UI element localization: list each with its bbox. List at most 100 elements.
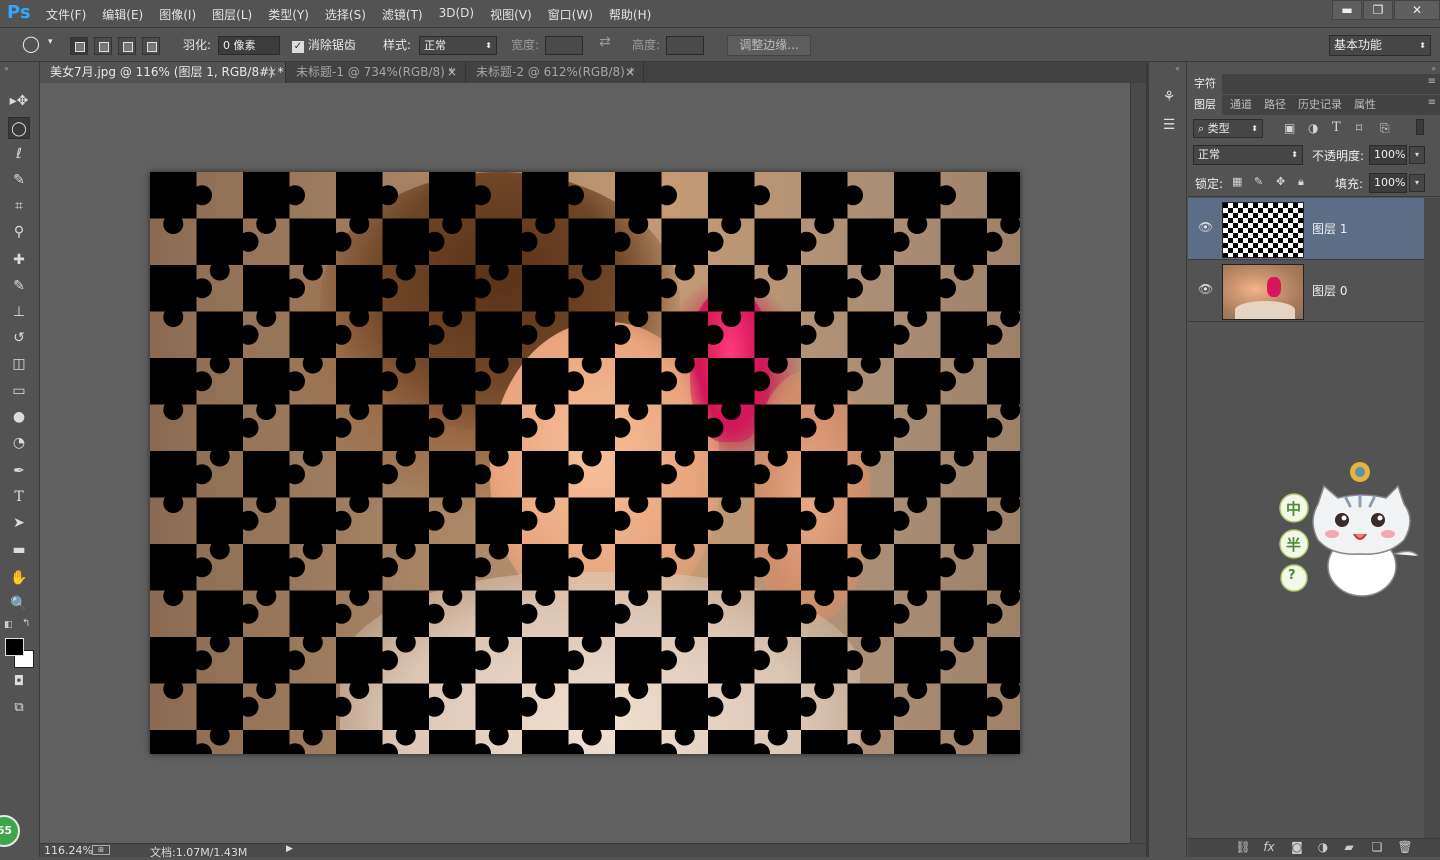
layer-name[interactable]: 图层 0 xyxy=(1312,282,1347,299)
menu-item[interactable]: 选择(S) xyxy=(317,6,374,23)
subtract-selection-icon[interactable] xyxy=(118,37,136,55)
shape-filter-icon[interactable]: ⌑ xyxy=(1356,121,1362,135)
crop-tool-icon[interactable]: ⌗ xyxy=(8,195,30,217)
adjustment-filter-icon[interactable]: ◑ xyxy=(1308,121,1318,135)
type-filter-icon[interactable]: T xyxy=(1332,120,1341,135)
gradient-tool-icon[interactable]: ▭ xyxy=(8,380,30,402)
foreground-color-swatch[interactable] xyxy=(5,638,24,656)
zoom-level[interactable]: 116.24% xyxy=(44,844,93,857)
menu-item[interactable]: 编辑(E) xyxy=(94,6,151,23)
rectangle-tool-icon[interactable]: ▬ xyxy=(8,539,30,561)
workspace-select[interactable]: 基本功能 ⬍ xyxy=(1329,35,1431,56)
document-tab[interactable]: 未标题-2 @ 612%(RGB/8) * × xyxy=(466,62,644,83)
menu-item[interactable]: 滤镜(T) xyxy=(374,6,431,23)
width-input[interactable] xyxy=(545,36,583,55)
clone-stamp-tool-icon[interactable]: ⊥ xyxy=(8,301,30,323)
zoom-tool-icon[interactable]: 🔍 xyxy=(8,593,30,615)
refine-edge-button[interactable]: 调整边缘... xyxy=(727,35,811,56)
collapse-toolbox-icon[interactable]: » xyxy=(4,64,9,73)
panel-menu-icon[interactable]: ≡ xyxy=(1428,76,1436,87)
lock-position-icon[interactable]: ✥ xyxy=(1276,175,1285,188)
restore-button[interactable]: ❐ xyxy=(1363,0,1393,20)
blur-tool-icon[interactable]: ● xyxy=(8,406,30,428)
quick-selection-tool-icon[interactable]: ✎ xyxy=(8,169,30,191)
height-input[interactable] xyxy=(666,36,704,55)
dodge-tool-icon[interactable]: ◔ xyxy=(8,432,30,454)
menu-item[interactable]: 3D(D) xyxy=(431,6,482,23)
opacity-dropdown-icon[interactable]: ▾ xyxy=(1409,146,1425,164)
menu-item[interactable]: 帮助(H) xyxy=(601,6,659,23)
lasso-tool-icon[interactable]: ℓ xyxy=(8,143,30,165)
default-colors-icon[interactable]: ◧ xyxy=(4,620,14,630)
menu-item[interactable]: 文件(F) xyxy=(38,6,94,23)
expand-dock-icon[interactable]: « xyxy=(1175,64,1180,73)
visibility-eye-icon[interactable]: 👁︎ xyxy=(1198,220,1213,234)
menu-item[interactable]: 视图(V) xyxy=(482,6,540,23)
brush-presets-icon[interactable]: ⚘ xyxy=(1158,86,1180,108)
adjustment-layer-icon[interactable]: ◑ xyxy=(1314,840,1332,857)
panel-menu-icon[interactable]: ≡ xyxy=(1428,97,1436,108)
blend-mode-select[interactable]: 正常 ⬍ xyxy=(1193,145,1303,165)
intersect-selection-icon[interactable] xyxy=(142,37,160,55)
tab-panel[interactable]: 属性 xyxy=(1348,95,1382,115)
ellipse-marquee-preset-icon[interactable]: ◯ xyxy=(22,34,40,53)
tab-panel[interactable]: 通道 xyxy=(1224,95,1258,115)
close-button[interactable]: ✕ xyxy=(1394,0,1440,20)
tab-close-icon[interactable]: × xyxy=(447,62,457,83)
healing-brush-tool-icon[interactable]: ✚ xyxy=(8,249,30,271)
delete-layer-icon[interactable]: 🗑︎ xyxy=(1396,840,1414,857)
lock-image-icon[interactable]: ✎ xyxy=(1254,175,1263,188)
screen-mode-icon[interactable]: ⧉ xyxy=(9,700,29,716)
tab-close-icon[interactable]: × xyxy=(267,62,277,83)
hand-tool-icon[interactable]: ✋ xyxy=(8,567,30,589)
path-selection-tool-icon[interactable]: ➤ xyxy=(8,512,30,534)
new-layer-icon[interactable]: ❏ xyxy=(1368,840,1386,857)
style-select[interactable]: 正常 ⬍ xyxy=(419,36,497,55)
opacity-input[interactable]: 100% xyxy=(1369,145,1407,165)
pixel-filter-icon[interactable]: ▣ xyxy=(1284,121,1295,135)
layer-row-layer1[interactable]: 👁︎ 图层 1 xyxy=(1188,198,1424,260)
pen-tool-icon[interactable]: ✒ xyxy=(8,460,30,482)
brush-tool-icon[interactable]: ✎ xyxy=(8,275,30,297)
history-brush-tool-icon[interactable]: ↺ xyxy=(8,327,30,349)
new-group-icon[interactable]: ▰ xyxy=(1340,840,1358,857)
link-layers-icon[interactable]: ⛓ xyxy=(1234,840,1252,857)
layer-name[interactable]: 图层 1 xyxy=(1312,220,1347,237)
adjustments-icon[interactable]: ☰ xyxy=(1158,114,1180,136)
lock-all-icon[interactable]: 🔒︎ xyxy=(1298,175,1304,189)
document-tab[interactable]: 美女7月.jpg @ 116% (图层 1, RGB/8#) * × xyxy=(40,62,286,83)
layer-filter-select[interactable]: ⌕ 类型 ⬍ xyxy=(1193,119,1263,138)
eyedropper-tool-icon[interactable]: ⚲ xyxy=(8,221,30,243)
type-tool-icon[interactable]: T xyxy=(8,486,30,508)
layer-row-layer0[interactable]: 👁︎ 图层 0 xyxy=(1188,260,1424,322)
menu-item[interactable]: 窗口(W) xyxy=(540,6,601,23)
tab-close-icon[interactable]: × xyxy=(625,62,635,83)
fx-icon[interactable]: fx xyxy=(1260,840,1278,857)
quick-mask-icon[interactable]: ◘ xyxy=(9,674,29,690)
lock-transparent-icon[interactable]: ▦ xyxy=(1232,175,1242,188)
feather-input[interactable]: 0 像素 xyxy=(218,36,280,55)
antialias-checkbox[interactable]: ✓ 消除锯齿 xyxy=(292,36,356,53)
tab-panel[interactable]: 路径 xyxy=(1258,95,1292,115)
move-tool-icon[interactable]: ▸✥ xyxy=(8,90,30,112)
status-menu-arrow-icon[interactable]: ▶ xyxy=(286,844,293,854)
filter-toggle-icon[interactable] xyxy=(1416,119,1424,135)
minimize-button[interactable]: ▬ xyxy=(1332,0,1362,20)
elliptical-marquee-tool-icon[interactable]: ◯ xyxy=(8,117,30,139)
swap-icon[interactable]: ⇄ xyxy=(599,34,611,50)
swap-colors-icon[interactable]: ↰ xyxy=(22,618,30,629)
tab-panel[interactable]: 图层 xyxy=(1188,95,1222,115)
eraser-tool-icon[interactable]: ◫ xyxy=(8,353,30,375)
menu-item[interactable]: 图像(I) xyxy=(151,6,204,23)
document-tab[interactable]: 未标题-1 @ 734%(RGB/8) * × xyxy=(286,62,466,83)
menu-item[interactable]: 类型(Y) xyxy=(260,6,317,23)
preset-dropdown-icon[interactable]: ▾ xyxy=(48,37,53,47)
visibility-eye-icon[interactable]: 👁︎ xyxy=(1198,282,1213,296)
new-selection-icon[interactable] xyxy=(70,37,88,55)
add-selection-icon[interactable] xyxy=(94,37,112,55)
menu-item[interactable]: 图层(L) xyxy=(204,6,260,23)
collapse-panels-icon[interactable]: » xyxy=(1431,64,1436,73)
smart-object-filter-icon[interactable]: ⎘ xyxy=(1380,121,1390,136)
canvas-scrollbar[interactable] xyxy=(1130,83,1146,843)
fill-input[interactable]: 100% xyxy=(1369,173,1407,193)
